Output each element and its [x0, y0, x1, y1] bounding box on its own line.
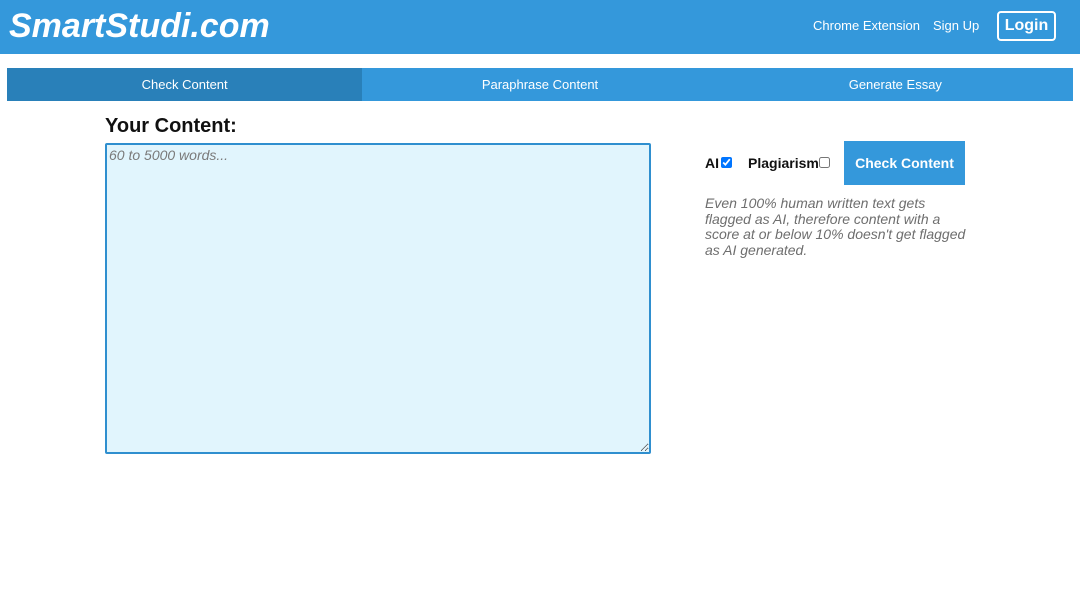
tab-bar: Check Content Paraphrase Content Generat…: [7, 68, 1073, 101]
ai-checkbox[interactable]: [721, 157, 732, 168]
login-button[interactable]: Login: [997, 11, 1056, 41]
chrome-extension-link[interactable]: Chrome Extension: [813, 18, 920, 34]
content-heading: Your Content:: [105, 115, 237, 137]
plagiarism-option-label: Plagiarism: [748, 155, 819, 171]
site-logo[interactable]: SmartStudi.com: [9, 6, 270, 46]
tab-generate-essay[interactable]: Generate Essay: [718, 68, 1073, 101]
check-content-button[interactable]: Check Content: [844, 141, 965, 185]
content-textarea[interactable]: [105, 143, 651, 454]
sign-up-link[interactable]: Sign Up: [933, 18, 979, 34]
plagiarism-checkbox[interactable]: [819, 157, 830, 168]
tab-check-content[interactable]: Check Content: [7, 68, 363, 101]
top-header: SmartStudi.com Chrome Extension Sign Up …: [0, 0, 1080, 54]
ai-flag-note: Even 100% human written text gets flagge…: [705, 195, 966, 258]
ai-option-label: AI: [705, 155, 719, 171]
tab-paraphrase-content[interactable]: Paraphrase Content: [362, 68, 717, 101]
